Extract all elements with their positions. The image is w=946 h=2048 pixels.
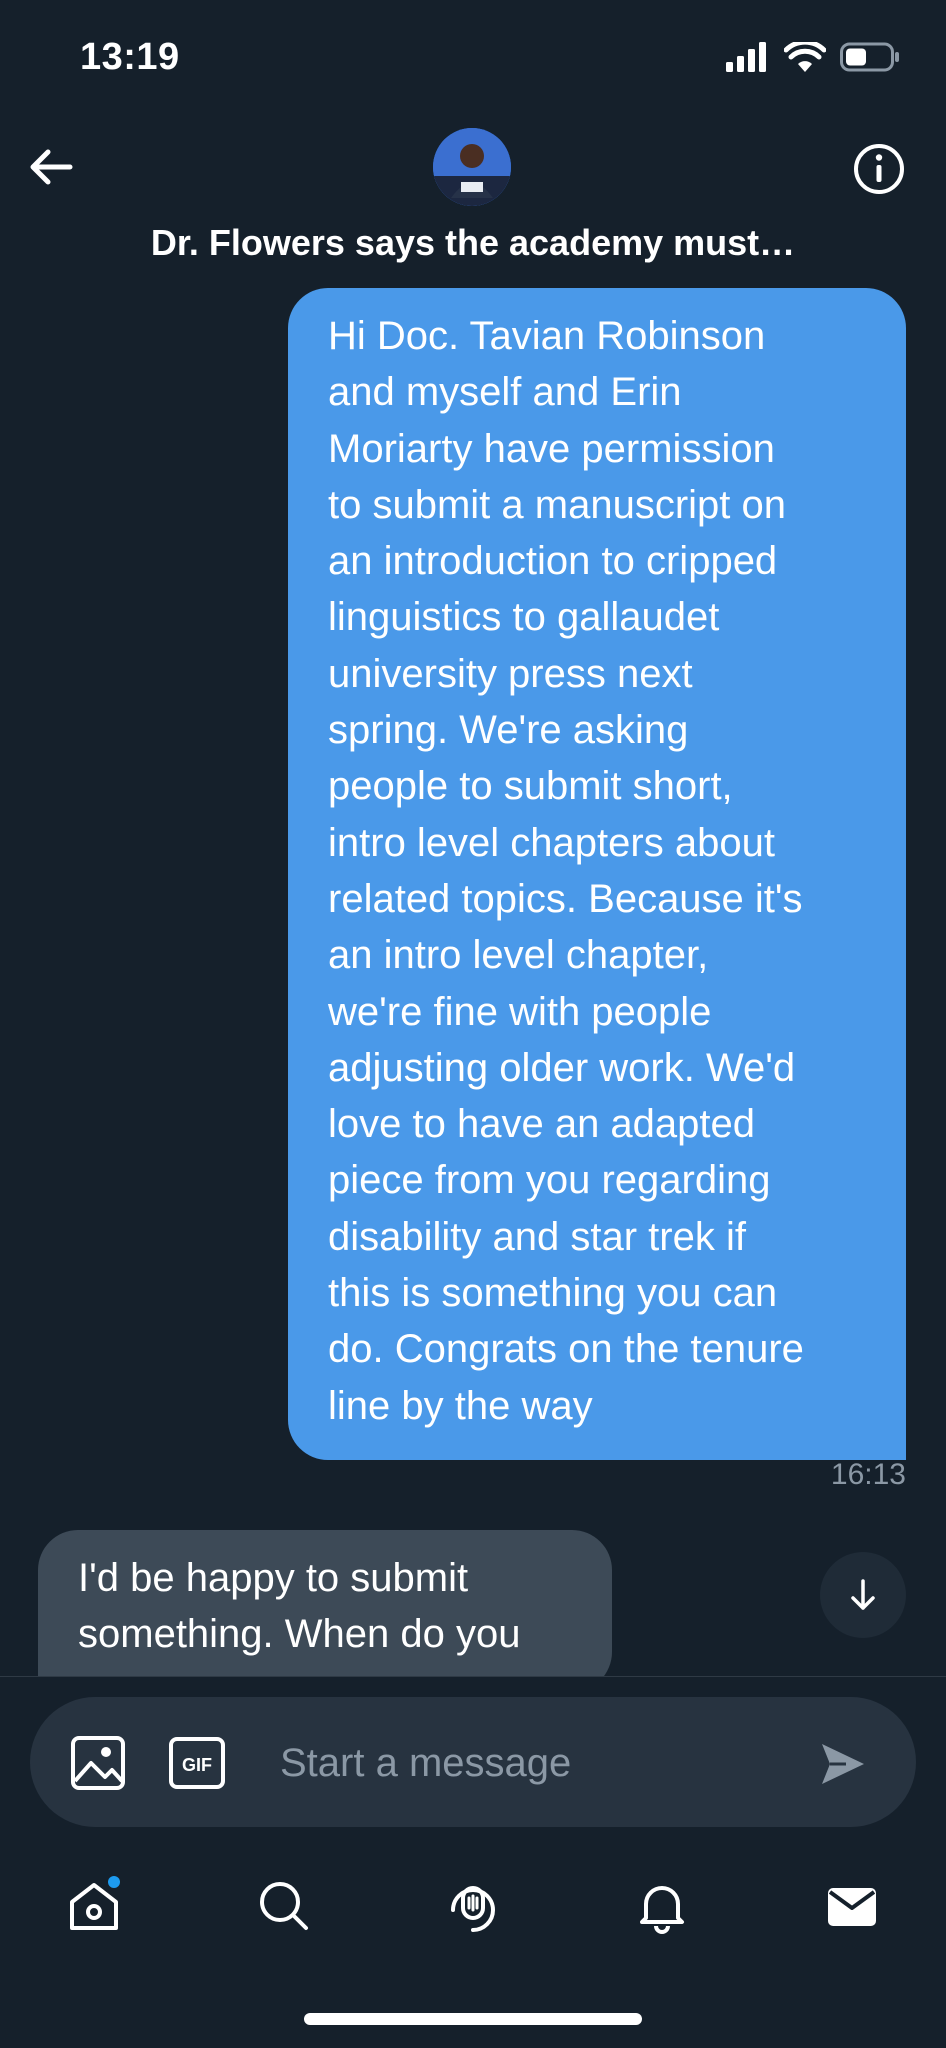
notification-dot [108,1876,120,1888]
sent-message-bubble[interactable]: Hi Doc. Tavian Robinson and myself and E… [288,288,906,1460]
message-line: an introduction to cripped [328,539,778,584]
message-line: and myself and Erin [328,370,682,415]
message-line: spring. We're asking [328,708,689,753]
message-line: love to have an adapted [328,1102,756,1147]
composer-divider [0,1676,946,1677]
message-line: we're fine with people [328,989,712,1034]
message-line: related topics. Because it's [328,876,803,921]
message-line: linguistics to gallaudet [328,595,720,640]
message-line: line by the way [328,1383,593,1428]
received-message-bubble[interactable]: I'd be happy to submit something. When d… [38,1530,612,1676]
message-line: Hi Doc. Tavian Robinson [328,314,766,358]
message-line: something. When do you [78,1612,521,1656]
message-line: an intro level chapter, [328,933,709,978]
tab-spaces[interactable] [443,1876,503,1936]
wifi-icon [784,42,826,72]
avatar[interactable] [433,128,511,206]
message-line: to submit a manuscript on [328,482,786,527]
status-time: 13:19 [80,36,180,78]
gif-icon: GIF [169,1737,225,1789]
conversation-title[interactable]: Dr. Flowers says the academy must… [0,222,946,264]
status-icons [726,42,900,72]
message-line: adjusting older work. We'd [328,1045,796,1090]
tab-home[interactable] [64,1876,124,1936]
image-icon[interactable] [70,1735,126,1791]
message-list[interactable]: Hi Doc. Tavian Robinson and myself and E… [0,280,946,1676]
tab-notifications[interactable] [632,1876,692,1936]
info-icon[interactable] [852,142,906,196]
message-input[interactable] [278,1730,782,1796]
arrow-left-icon[interactable] [24,140,78,194]
message-line: do. Congrats on the tenure [328,1327,804,1372]
messages-icon [828,1888,876,1926]
message-line: this is something you can [328,1271,778,1316]
tab-search[interactable] [254,1876,314,1936]
search-icon [260,1882,308,1930]
message-line: disability and star trek if [328,1214,746,1259]
gif-button[interactable]: GIF [168,1735,226,1791]
message-line: I'd be happy to submit [78,1556,469,1600]
message-line: Moriarty have permission [328,426,775,471]
notifications-icon [640,1886,684,1934]
battery-icon [840,42,899,72]
message-timestamp: 16:13 [830,1458,906,1491]
send-icon[interactable] [816,1738,868,1790]
message-line: piece from you regarding [328,1158,771,1203]
cellular-signal-icon [726,42,766,72]
scroll-to-bottom-button[interactable] [820,1552,906,1638]
home-icon [70,1876,120,1930]
gif-label: GIF [182,1755,212,1775]
message-line: people to submit short, [328,764,733,809]
tab-messages[interactable] [822,1876,882,1936]
spaces-icon [451,1886,496,1932]
arrow-down-icon [851,1579,875,1610]
avatar-photo [433,128,511,206]
message-line: university press next [328,651,693,696]
message-line: intro level chapters about [328,820,775,865]
home-indicator[interactable] [304,2013,642,2025]
